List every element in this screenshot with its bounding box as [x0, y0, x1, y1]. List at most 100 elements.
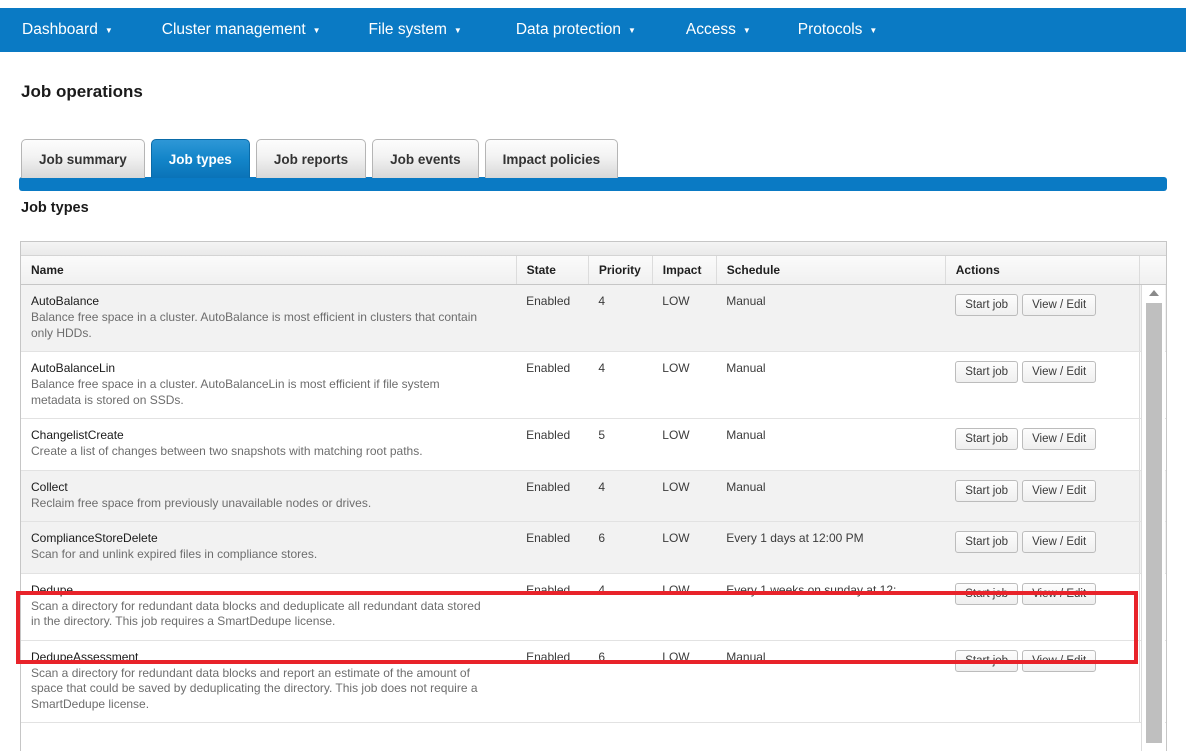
nav-item-data-protection[interactable]: Data protection ▼: [516, 21, 636, 39]
column-header-impact[interactable]: Impact: [652, 256, 717, 285]
view-edit-button[interactable]: View / Edit: [1022, 428, 1097, 450]
cell-state: Enabled: [516, 640, 589, 723]
triangle-up-glyph: [1149, 290, 1159, 296]
job-name: ChangelistCreate: [31, 428, 124, 442]
view-edit-button[interactable]: View / Edit: [1022, 531, 1097, 553]
tab-job-types[interactable]: Job types: [150, 139, 250, 178]
cell-schedule: Manual: [716, 351, 946, 419]
table-header-row: Name State Priority Impact Schedule Acti…: [21, 256, 1166, 285]
start-job-button[interactable]: Start job: [955, 531, 1019, 553]
cell-impact: LOW: [652, 351, 717, 419]
tab-label: Job reports: [273, 151, 349, 167]
table-row-highlighted[interactable]: Dedupe Scan a directory for redundant da…: [21, 573, 1166, 641]
start-job-button[interactable]: Start job: [955, 361, 1019, 383]
cell-impact: LOW: [652, 284, 717, 352]
job-description: Scan a directory for redundant data bloc…: [31, 598, 481, 629]
nav-item-dashboard[interactable]: Dashboard ▼: [22, 21, 113, 39]
cell-actions: Start job View / Edit: [945, 418, 1140, 471]
cell-name: Dedupe Scan a directory for redundant da…: [21, 573, 517, 641]
panel-toolbar: [21, 242, 1166, 256]
view-edit-button[interactable]: View / Edit: [1022, 582, 1097, 605]
chevron-down-icon: ▼: [627, 26, 636, 35]
nav-item-access[interactable]: Access ▼: [686, 21, 751, 39]
nav-item-file-system[interactable]: File system ▼: [369, 21, 462, 39]
nav-item-label: Data protection: [515, 21, 621, 38]
nav-item-label: Dashboard: [22, 21, 98, 38]
job-name: Dedupe: [31, 582, 74, 597]
cell-actions: Start job View / Edit: [945, 470, 1140, 522]
table-row[interactable]: Collect Reclaim free space from previous…: [21, 470, 1166, 522]
job-types-table: Name State Priority Impact Schedule Acti…: [21, 256, 1166, 723]
table-row[interactable]: AutoBalance Balance free space in a clus…: [21, 284, 1166, 352]
start-job-button[interactable]: Start job: [955, 649, 1019, 672]
cell-impact: LOW: [652, 470, 717, 522]
nav-item-cluster-management[interactable]: Cluster management ▼: [162, 21, 321, 39]
start-job-button[interactable]: Start job: [955, 479, 1019, 502]
job-types-panel: Name State Priority Impact Schedule Acti…: [20, 241, 1167, 751]
nav-item-protocols[interactable]: Protocols ▼: [798, 21, 878, 39]
cell-priority: 4: [588, 470, 653, 522]
tab-job-reports[interactable]: Job reports: [255, 139, 367, 178]
cell-name: DedupeAssessment Scan a directory for re…: [21, 640, 517, 723]
tab-label: Job types: [168, 151, 232, 167]
chevron-down-icon: ▼: [312, 26, 321, 35]
column-header-name[interactable]: Name: [21, 256, 517, 285]
cell-actions: Start job View / Edit: [945, 521, 1140, 574]
job-description: Balance free space in a cluster. AutoBal…: [31, 377, 440, 407]
chevron-down-icon: ▼: [869, 26, 878, 35]
cell-priority: 4: [588, 573, 653, 641]
tab-impact-policies[interactable]: Impact policies: [484, 139, 619, 178]
table-row[interactable]: ComplianceStoreDelete Scan for and unlin…: [21, 521, 1166, 574]
column-header-spacer: [1138, 256, 1166, 285]
cell-name: ChangelistCreate Create a list of change…: [21, 418, 517, 471]
nav-item-label: Cluster management: [161, 21, 306, 38]
job-name: Collect: [31, 479, 68, 494]
job-name: AutoBalance: [31, 294, 100, 308]
cell-schedule: Manual: [716, 284, 946, 352]
tab-label: Job events: [390, 151, 461, 167]
column-header-priority[interactable]: Priority: [588, 256, 653, 285]
cell-state: Enabled: [516, 351, 589, 419]
cell-schedule: Manual: [716, 640, 946, 723]
job-description: Create a list of changes between two sna…: [31, 444, 423, 458]
table-scrollbar[interactable]: [1141, 285, 1165, 751]
view-edit-button[interactable]: View / Edit: [1022, 294, 1097, 316]
job-name: DedupeAssessment: [31, 649, 139, 664]
scroll-up-arrow-icon[interactable]: [1142, 285, 1166, 301]
cell-actions: Start job View / Edit: [945, 640, 1140, 723]
job-name: AutoBalanceLin: [31, 361, 116, 375]
start-job-button[interactable]: Start job: [955, 582, 1019, 605]
tab-bar-accent: [19, 177, 1167, 191]
table-row[interactable]: ChangelistCreate Create a list of change…: [21, 418, 1166, 471]
cell-priority: 6: [588, 521, 653, 574]
cell-impact: LOW: [652, 573, 717, 641]
cell-impact: LOW: [652, 418, 717, 471]
tab-job-events[interactable]: Job events: [372, 139, 479, 178]
cell-schedule: Manual: [716, 418, 946, 471]
view-edit-button[interactable]: View / Edit: [1022, 361, 1097, 383]
cell-state: Enabled: [516, 470, 589, 522]
cell-state: Enabled: [516, 521, 589, 574]
column-header-state[interactable]: State: [516, 256, 589, 285]
tab-job-summary[interactable]: Job summary: [21, 139, 145, 178]
scrollbar-thumb[interactable]: [1146, 303, 1162, 743]
nav-item-label: Protocols: [797, 21, 863, 38]
page-title: Job operations: [21, 82, 143, 101]
cell-name: AutoBalance Balance free space in a clus…: [21, 284, 517, 352]
column-header-schedule[interactable]: Schedule: [716, 256, 946, 285]
table-row[interactable]: AutoBalanceLin Balance free space in a c…: [21, 351, 1166, 419]
chevron-down-icon: ▼: [742, 26, 751, 35]
table-row[interactable]: DedupeAssessment Scan a directory for re…: [21, 640, 1166, 723]
main-navigation-bar: Dashboard ▼ Cluster management ▼ File sy…: [0, 8, 1186, 52]
view-edit-button[interactable]: View / Edit: [1022, 649, 1097, 672]
start-job-button[interactable]: Start job: [955, 294, 1019, 316]
cell-name: AutoBalanceLin Balance free space in a c…: [21, 351, 517, 419]
cell-actions: Start job View / Edit: [945, 351, 1140, 419]
start-job-button[interactable]: Start job: [955, 428, 1019, 450]
tab-label: Job summary: [39, 151, 127, 167]
view-edit-button[interactable]: View / Edit: [1022, 479, 1097, 502]
cell-schedule: Every 1 weeks on sunday at 12:...: [716, 573, 946, 641]
chevron-down-icon: ▼: [104, 26, 113, 35]
tab-label: Impact policies: [502, 151, 601, 167]
cell-impact: LOW: [652, 521, 717, 574]
